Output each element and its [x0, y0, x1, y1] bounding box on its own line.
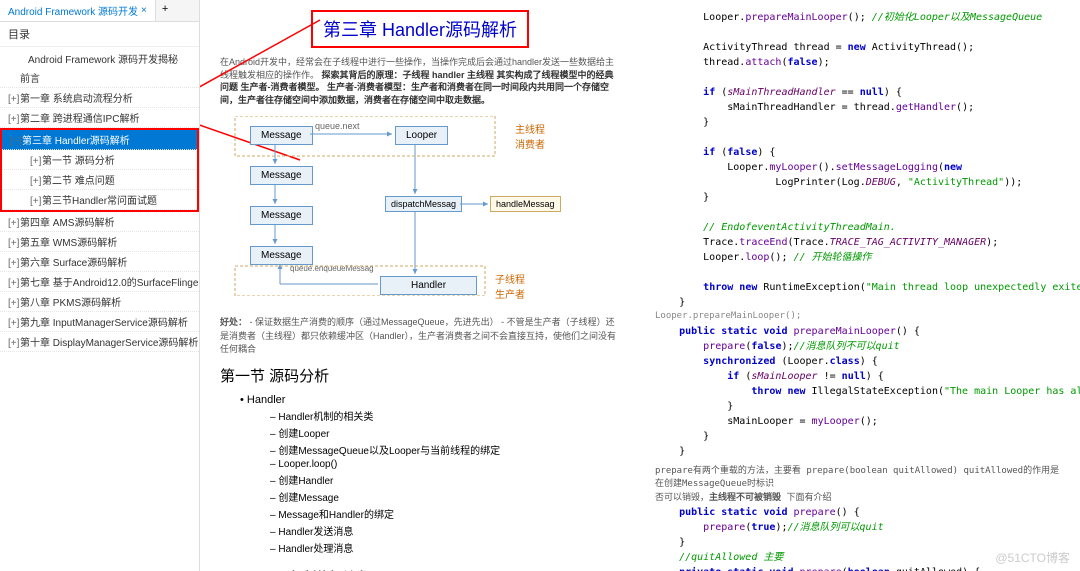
bullet-item: 创建Message — [270, 489, 620, 504]
code-line: public static void prepare() { — [655, 505, 1065, 520]
bullet-item: Handler机制的相关类 — [270, 408, 620, 423]
toc-item[interactable]: [+]第二节 难点问题 — [2, 170, 197, 190]
section-1-title: 第一节 源码分析 — [220, 365, 620, 386]
code-line: public static void prepareMainLooper() { — [655, 324, 1065, 339]
code-line: } — [655, 295, 1065, 310]
toc-item[interactable]: [+]第四章 AMS源码解析 — [0, 212, 199, 232]
tab-bar: Android Framework 源码开发 × + — [0, 0, 199, 22]
toc-item[interactable]: [+]第三节Handler常问面试题 — [2, 190, 197, 210]
code-line: LogPrinter(Log.DEBUG, "ActivityThread"))… — [655, 175, 1065, 190]
tab-active[interactable]: Android Framework 源码开发 × — [0, 0, 156, 21]
diagram-lines — [220, 116, 580, 296]
bullet-item: 创建Looper — [270, 425, 620, 440]
toc-item[interactable]: [+]第七章 基于Android12.0的SurfaceFlinger源 — [0, 272, 199, 292]
code-line: Looper.prepareMainLooper(); //初始化Looper以… — [655, 10, 1065, 25]
diagram: Message Message Message Message Looper H… — [220, 116, 620, 296]
toc-item[interactable]: [+]第九章 InputManagerService源码解析 — [0, 312, 199, 332]
code-line: prepare(true);//消息队列可以quit — [655, 520, 1065, 535]
code-note: prepare有两个重载的方法，主要看 prepare(boolean quit… — [655, 465, 1065, 506]
toc-title: 目录 — [0, 22, 199, 47]
code-line: throw new RuntimeException("Main thread … — [655, 280, 1065, 295]
code-line: sMainLooper = myLooper(); — [655, 414, 1065, 429]
benefit-text: 好处： - 保证数据生产消费的顺序（通过MessageQueue，先进先出） -… — [220, 316, 620, 357]
code-line: Looper.loop(); // 开始轮循操作 — [655, 250, 1065, 265]
section-1-1-title: 1.1 Handler机制的相关类 — [220, 567, 620, 571]
new-tab-button[interactable]: + — [156, 0, 174, 21]
close-icon[interactable]: × — [141, 5, 147, 16]
code-line: } — [655, 429, 1065, 444]
bullet-item: Handler发送消息 — [270, 523, 620, 538]
bullet-item: 创建MessageQueue以及Looper与当前线程的绑定 — [270, 442, 620, 457]
toc-item[interactable]: [−]第三章 Handler源码解析 — [2, 130, 197, 150]
toc-item[interactable]: [+]第八章 PKMS源码解析 — [0, 292, 199, 312]
toc-item[interactable]: [+]第十章 DisplayManagerService源码解析 — [0, 332, 199, 352]
toc-item[interactable]: Android Framework 源码开发揭秘 — [0, 49, 199, 68]
toc-item[interactable]: 前言 — [0, 68, 199, 88]
code-line: if (sMainLooper != null) { — [655, 369, 1065, 384]
watermark: @51CTO博客 — [995, 549, 1070, 566]
code-line: } — [655, 444, 1065, 459]
sidebar: Android Framework 源码开发 × + 目录 Android Fr… — [0, 0, 200, 571]
code-line: if (false) { — [655, 145, 1065, 160]
bullet-item: 创建Handler — [270, 472, 620, 487]
intro-paragraph: 在Android开发中，经常会在子线程中进行一些操作，当操作完成后会通过hand… — [220, 56, 620, 106]
toc-tree: Android Framework 源码开发揭秘前言[+]第一章 系统启动流程分… — [0, 47, 199, 354]
bullet-item: Looper.loop() — [270, 459, 620, 470]
toc-item[interactable]: [+]第一章 系统启动流程分析 — [0, 88, 199, 108]
code-line: prepare(false);//消息队列不可以quit — [655, 339, 1065, 354]
code-line: synchronized (Looper.class) { — [655, 354, 1065, 369]
content-area: 第三章 Handler源码解析 在Android开发中，经常会在子线程中进行一些… — [200, 0, 1080, 571]
code-line: sMainThreadHandler = thread.getHandler()… — [655, 100, 1065, 115]
code-note: Looper.prepareMainLooper(); — [655, 310, 1065, 324]
code-line: thread.attach(false); — [655, 55, 1065, 70]
chapter-title: 第三章 Handler源码解析 — [311, 10, 529, 48]
toc-item[interactable]: [+]第六章 Surface源码解析 — [0, 252, 199, 272]
bullet-item: Handler处理消息 — [270, 540, 620, 555]
tab-label: Android Framework 源码开发 — [8, 3, 138, 18]
code-line: throw new IllegalStateException("The mai… — [655, 384, 1065, 399]
code-line: } — [655, 535, 1065, 550]
document-pane[interactable]: 第三章 Handler源码解析 在Android开发中，经常会在子线程中进行一些… — [200, 0, 640, 571]
bullet-handler: • Handler — [240, 394, 620, 406]
code-pane[interactable]: Looper.prepareMainLooper(); //初始化Looper以… — [640, 0, 1080, 571]
toc-item[interactable]: [+]第五章 WMS源码解析 — [0, 232, 199, 252]
code-line: ActivityThread thread = new ActivityThre… — [655, 40, 1065, 55]
code-line: if (sMainThreadHandler == null) { — [655, 85, 1065, 100]
code-line: Trace.traceEnd(Trace.TRACE_TAG_ACTIVITY_… — [655, 235, 1065, 250]
bullet-item: Message和Handler的绑定 — [270, 506, 620, 521]
code-line: } — [655, 190, 1065, 205]
code-line: // EndofeventActivityThreadMain. — [655, 220, 1065, 235]
toc-item[interactable]: [+]第一节 源码分析 — [2, 150, 197, 170]
code-line: Looper.myLooper().setMessageLogging(new — [655, 160, 1065, 175]
toc-item[interactable]: [+]第二章 跨进程通信IPC解析 — [0, 108, 199, 128]
code-line: } — [655, 399, 1065, 414]
code-line: } — [655, 115, 1065, 130]
